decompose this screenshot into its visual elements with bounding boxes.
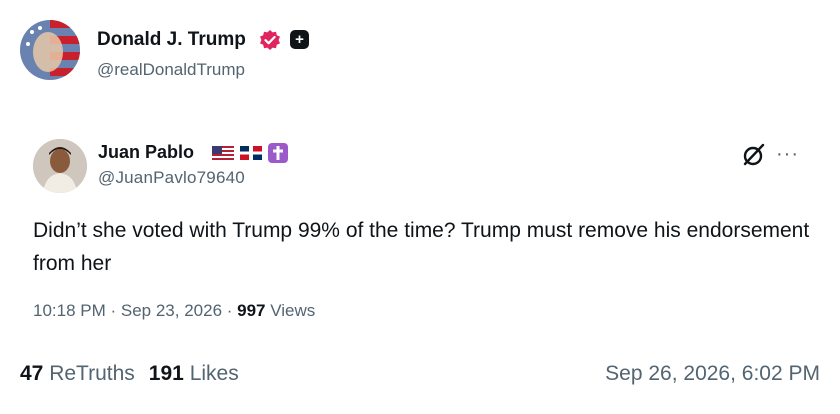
quoted-author-name[interactable]: Juan Pablo [98,142,194,163]
grok-icon[interactable] [741,142,767,168]
verified-badge-icon [259,29,281,51]
likes-label[interactable]: Likes [190,362,239,385]
author-handle[interactable]: @realDonaldTrump [97,60,245,80]
likes-count[interactable]: 191 [149,362,184,385]
author-avatar[interactable] [20,20,80,80]
quoted-tweet-time[interactable]: 10:18 PM · Sep 23, 2026 · [33,301,237,320]
quoted-author-handle[interactable]: @JuanPavlo79640 [98,168,245,188]
views-label: Views [265,301,316,320]
quoted-tweet-text: Didn’t she voted with Trump 99% of the t… [33,219,810,275]
plus-badge-icon: + [290,30,309,49]
post-timestamp[interactable]: Sep 26, 2026, 6:02 PM [605,362,820,386]
quoted-author-avatar[interactable] [33,139,87,193]
author-name[interactable]: Donald J. Trump [97,29,246,51]
dominican-flag-icon [240,146,262,160]
post-stats: 47 ReTruths 191 Likes [20,362,239,386]
us-flag-icon [212,146,234,160]
quoted-tweet-meta: 10:18 PM · Sep 23, 2026 · 997 Views [33,301,315,321]
profile-flags [212,143,288,163]
retruths-label[interactable]: ReTruths [49,362,135,385]
retruths-count[interactable]: 47 [20,362,43,385]
latin-cross-icon [268,143,288,163]
views-count: 997 [237,301,266,320]
more-options-icon[interactable]: ··· [776,143,799,166]
